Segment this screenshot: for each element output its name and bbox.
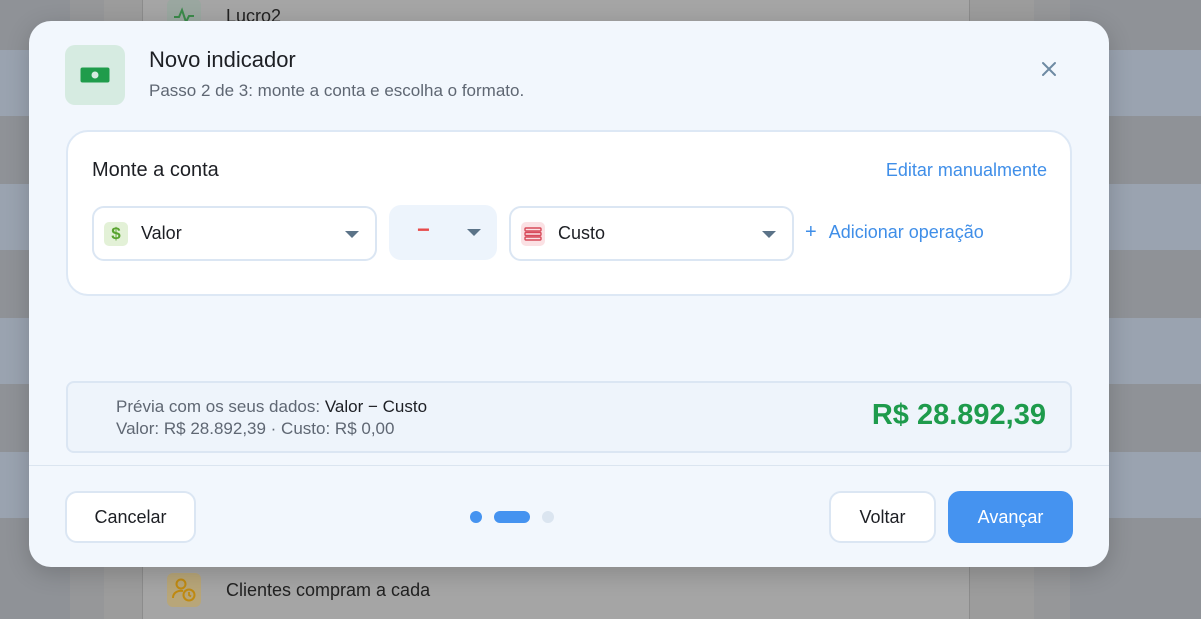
preview-panel: Prévia com os seus dados: Valor − Custo … <box>66 381 1072 453</box>
step-indicator <box>470 511 554 523</box>
list-item: Clientes compram a cada <box>142 565 970 615</box>
preview-expression: Valor − Custo <box>324 397 428 416</box>
close-icon <box>1042 62 1056 76</box>
cash-icon <box>65 45 125 105</box>
minus-sign: − <box>417 217 430 242</box>
formula-title: Monte a conta <box>92 159 219 181</box>
operand-1-label: Valor <box>141 223 182 243</box>
chevron-down-icon <box>345 231 359 238</box>
operand-2-label: Custo <box>558 223 606 243</box>
step-dot-3 <box>542 511 554 523</box>
plus-icon: + <box>805 221 817 243</box>
chevron-down-icon <box>467 229 481 236</box>
edit-manually-link[interactable]: Editar manualmente <box>886 160 1047 181</box>
money-stack-icon <box>521 221 545 246</box>
footer-divider <box>29 465 1109 466</box>
dialog-title: Novo indicador <box>149 47 296 72</box>
operand-1-select[interactable]: $ Valor <box>92 206 377 261</box>
user-clock-icon <box>167 573 201 607</box>
operand-2-select[interactable]: Custo <box>509 206 794 261</box>
add-operation-label: Adicionar operação <box>828 222 984 242</box>
new-indicator-dialog: Novo indicador Passo 2 de 3: monte a con… <box>29 21 1109 567</box>
formula-card: Monte a conta Editar manualmente $ Valor… <box>66 130 1072 296</box>
dialog-subtitle: Passo 2 de 3: monte a conta e escolha o … <box>149 81 525 100</box>
cancel-button[interactable]: Cancelar <box>65 491 196 543</box>
preview-label-line: Prévia com os seus dados: Valor − Custo <box>116 397 427 417</box>
dollar-icon: $ <box>104 221 128 246</box>
preview-details: Valor: R$ 28.892,39 · Custo: R$ 0,00 <box>116 419 395 438</box>
close-button[interactable] <box>1035 55 1063 83</box>
chevron-down-icon <box>762 231 776 238</box>
add-operation-button[interactable]: + Adicionar operação <box>805 221 984 244</box>
next-button[interactable]: Avançar <box>948 491 1073 543</box>
step-dot-1 <box>470 511 482 523</box>
back-button[interactable]: Voltar <box>829 491 936 543</box>
list-item-label: Clientes compram a cada <box>226 579 431 600</box>
step-dot-2 <box>494 511 530 523</box>
preview-total: R$ 28.892,39 <box>871 399 1046 431</box>
operator-select[interactable]: − <box>389 205 497 260</box>
preview-label: Prévia com os seus dados: <box>116 397 321 416</box>
